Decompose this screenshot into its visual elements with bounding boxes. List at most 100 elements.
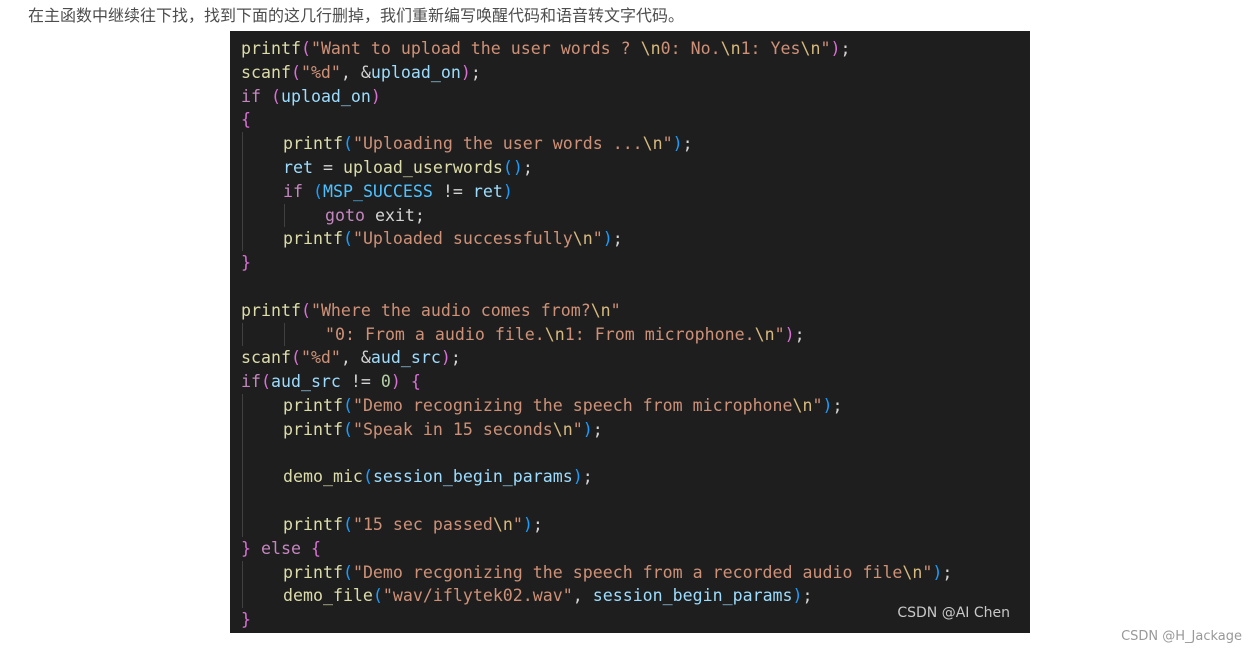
- indent-guide: [242, 203, 243, 228]
- code-token: ): [784, 324, 795, 344]
- code-token: \n: [800, 39, 821, 58]
- code-token: ;: [840, 39, 851, 58]
- code-line: printf("Where the audio comes from?\n": [241, 299, 952, 323]
- code-token: ;: [942, 562, 953, 582]
- code-token: ;: [682, 134, 693, 154]
- code-token: \n: [902, 562, 923, 582]
- code-line-content: ret = upload_userwords();: [241, 158, 533, 177]
- code-line: [241, 489, 952, 513]
- code-line: }: [241, 251, 952, 275]
- indent-guide: [242, 512, 243, 537]
- code-token: \n: [552, 419, 573, 439]
- indent-guide: [242, 155, 243, 180]
- code-line-content: } else {: [241, 539, 321, 558]
- code-token: ): [502, 181, 513, 201]
- code-token: (: [362, 467, 373, 487]
- code-token: 1: Yes: [740, 39, 801, 58]
- code-line: "0: From a audio file.\n1: From micropho…: [241, 322, 952, 347]
- code-line: if (MSP_SUCCESS != ret): [241, 179, 952, 204]
- code-token: ": [820, 39, 831, 58]
- code-line: } else {: [241, 537, 952, 561]
- page-watermark: CSDN @H_Jackage: [1121, 629, 1242, 644]
- code-token: exit;: [364, 205, 425, 225]
- code-token: "%d": [300, 62, 341, 82]
- code-token: ret: [472, 181, 503, 201]
- code-token: (: [290, 62, 301, 82]
- code-token: ": [662, 134, 673, 154]
- code-token: }: [241, 538, 251, 558]
- code-line-content: goto exit;: [241, 206, 425, 225]
- code-token: printf: [283, 134, 343, 154]
- code-line: {: [241, 108, 952, 132]
- code-block: printf("Want to upload the user words ? …: [241, 37, 952, 632]
- code-token: ): [672, 134, 683, 154]
- code-token: "15 sec passed: [352, 514, 493, 534]
- code-token: "%d": [300, 348, 341, 368]
- code-token: {: [241, 110, 251, 130]
- indent-guide: [242, 489, 243, 513]
- code-token: \n: [754, 324, 775, 344]
- code-line: printf("Demo recognizing the speech from…: [241, 393, 952, 418]
- code-token: demo_mic: [283, 467, 363, 487]
- code-token: ;: [802, 586, 813, 606]
- code-token: (: [312, 181, 323, 201]
- code-token: ): [572, 467, 583, 487]
- code-token: ,: [572, 586, 593, 606]
- code-token: ): [932, 562, 943, 582]
- code-line-content: }: [241, 610, 251, 629]
- code-token: (: [260, 372, 271, 392]
- code-token: printf: [283, 395, 343, 415]
- code-token: }: [241, 610, 251, 630]
- code-line-content: printf("Demo recognizing the speech from…: [241, 396, 843, 415]
- code-token: ;: [832, 395, 843, 415]
- code-token: "Demo recognizing the speech from microp…: [352, 395, 793, 415]
- code-token: printf: [241, 39, 301, 58]
- indent-guide: [242, 132, 243, 156]
- code-line-content: "0: From a audio file.\n1: From micropho…: [241, 325, 805, 344]
- code-line: printf("Uploaded successfully\n");: [241, 227, 952, 252]
- code-token: upload_userwords: [342, 157, 503, 177]
- code-token: \n: [590, 300, 611, 320]
- code-token: (: [290, 348, 301, 368]
- code-line-content: printf("Demo recgonizing the speech from…: [241, 563, 952, 582]
- code-token: printf: [283, 562, 343, 582]
- indent-guide: [242, 417, 243, 442]
- indent-guide: [284, 203, 285, 228]
- code-token: (: [342, 395, 353, 415]
- code-token: MSP_SUCCESS: [322, 181, 433, 201]
- code-line-content: if (upload_on): [241, 87, 381, 106]
- code-line-content: printf("15 sec passed\n");: [241, 515, 543, 534]
- code-token: aud_src: [270, 372, 341, 392]
- code-token: ): [390, 372, 401, 392]
- code-line: demo_file("wav/iflytek02.wav", session_b…: [241, 584, 952, 609]
- code-token: "wav/iflytek02.wav": [382, 586, 573, 606]
- code-line: printf("Speak in 15 seconds\n");: [241, 417, 952, 442]
- code-token: ): [830, 39, 841, 58]
- code-token: (): [502, 157, 523, 177]
- code-line-content: printf("Uploading the user words ...\n")…: [241, 134, 693, 153]
- code-line: scanf("%d", &aud_src);: [241, 346, 952, 370]
- code-token: 1: From microphone.: [564, 324, 755, 344]
- code-token: (: [300, 39, 311, 58]
- code-line: [241, 441, 952, 466]
- code-line: printf("Want to upload the user words ? …: [241, 37, 952, 61]
- code-line: printf("Demo recgonizing the speech from…: [241, 560, 952, 585]
- indent-guide: [242, 584, 243, 609]
- code-token: 0: [380, 372, 391, 392]
- indent-guide: [284, 322, 285, 347]
- code-token: printf: [241, 300, 301, 320]
- code-line-content: [241, 491, 283, 510]
- code-token: (: [342, 229, 353, 249]
- code-token: !=: [432, 181, 473, 201]
- code-token: {: [410, 372, 421, 392]
- code-token: ": [512, 514, 523, 534]
- code-token: \n: [792, 395, 813, 415]
- code-token: printf: [283, 514, 343, 534]
- code-token: (: [300, 300, 311, 320]
- intro-paragraph: 在主函数中继续往下找，找到下面的这几行删掉，我们重新编写唤醒代码和语音转文字代码…: [28, 6, 685, 25]
- code-token: scanf: [241, 62, 291, 82]
- code-token: aud_src: [370, 348, 441, 368]
